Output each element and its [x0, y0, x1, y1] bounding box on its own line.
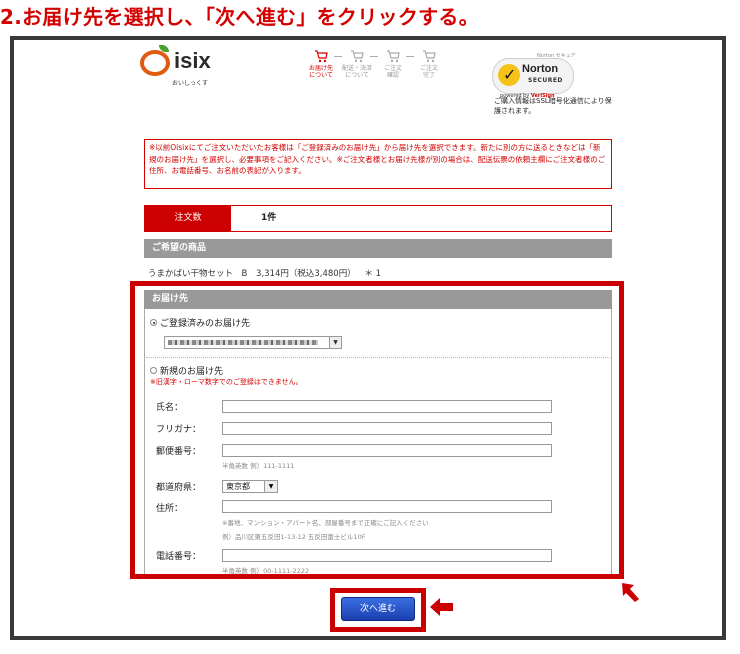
arrow-up-left-icon [622, 583, 639, 602]
product-header: ご希望の商品 [144, 239, 612, 258]
order-count-row: 注文数 1件 [144, 205, 612, 232]
product-name: うまかばい干物セット B [148, 269, 248, 279]
destination-highlight [130, 281, 624, 579]
step-payment: 配送・決済 について [342, 50, 372, 79]
logo-text: isix [174, 48, 211, 73]
order-count-value: 1件 [261, 213, 277, 223]
ssl-note: ご購入情報はSSL暗号化通信により保護されます。 [494, 97, 612, 115]
product-line: うまかばい干物セット B 3,314円（税込3,480円） ＊ 1 [148, 267, 387, 279]
next-button[interactable]: 次へ進む [341, 597, 415, 621]
cart-icon [423, 50, 436, 63]
product-price: 3,314円（税込3,480円） [256, 269, 356, 279]
step-delivery: お届け先 について [306, 50, 336, 79]
notice-box: ※以前Oisixにてご注文いただいたお客様は「ご登録済みのお届け先」から届け先を… [144, 139, 612, 189]
step-label: 配送・決済 について [342, 65, 373, 79]
step-complete: ご注文 完了 [414, 50, 444, 79]
step-divider [334, 56, 342, 57]
step-label: お届け先 について [308, 65, 333, 79]
logo-subtext: おいしっくす [172, 80, 209, 87]
product-qty: ＊ 1 [364, 269, 382, 279]
norton-name: Norton [522, 63, 559, 75]
step-divider [406, 56, 414, 57]
cart-icon [351, 50, 364, 63]
logo-o-mark [140, 50, 170, 76]
step-label: ご注文 完了 [419, 65, 438, 79]
cart-icon [387, 50, 400, 63]
checkout-steps: お届け先 について 配送・決済 について ご注文 確認 ご注文 完了 [306, 50, 446, 86]
instruction-heading: 2.お届け先を選択し、「次へ進む」をクリックする。 [0, 5, 480, 29]
norton-secured: SECURED [528, 77, 563, 84]
arrow-left-icon [430, 598, 453, 616]
cart-icon [315, 50, 328, 63]
order-count-label: 注文数 [145, 206, 231, 231]
step-confirm: ご注文 確認 [378, 50, 408, 79]
step-divider [370, 56, 378, 57]
checkmark-icon: ✓ [503, 65, 517, 84]
step-label: ご注文 確認 [383, 65, 402, 79]
